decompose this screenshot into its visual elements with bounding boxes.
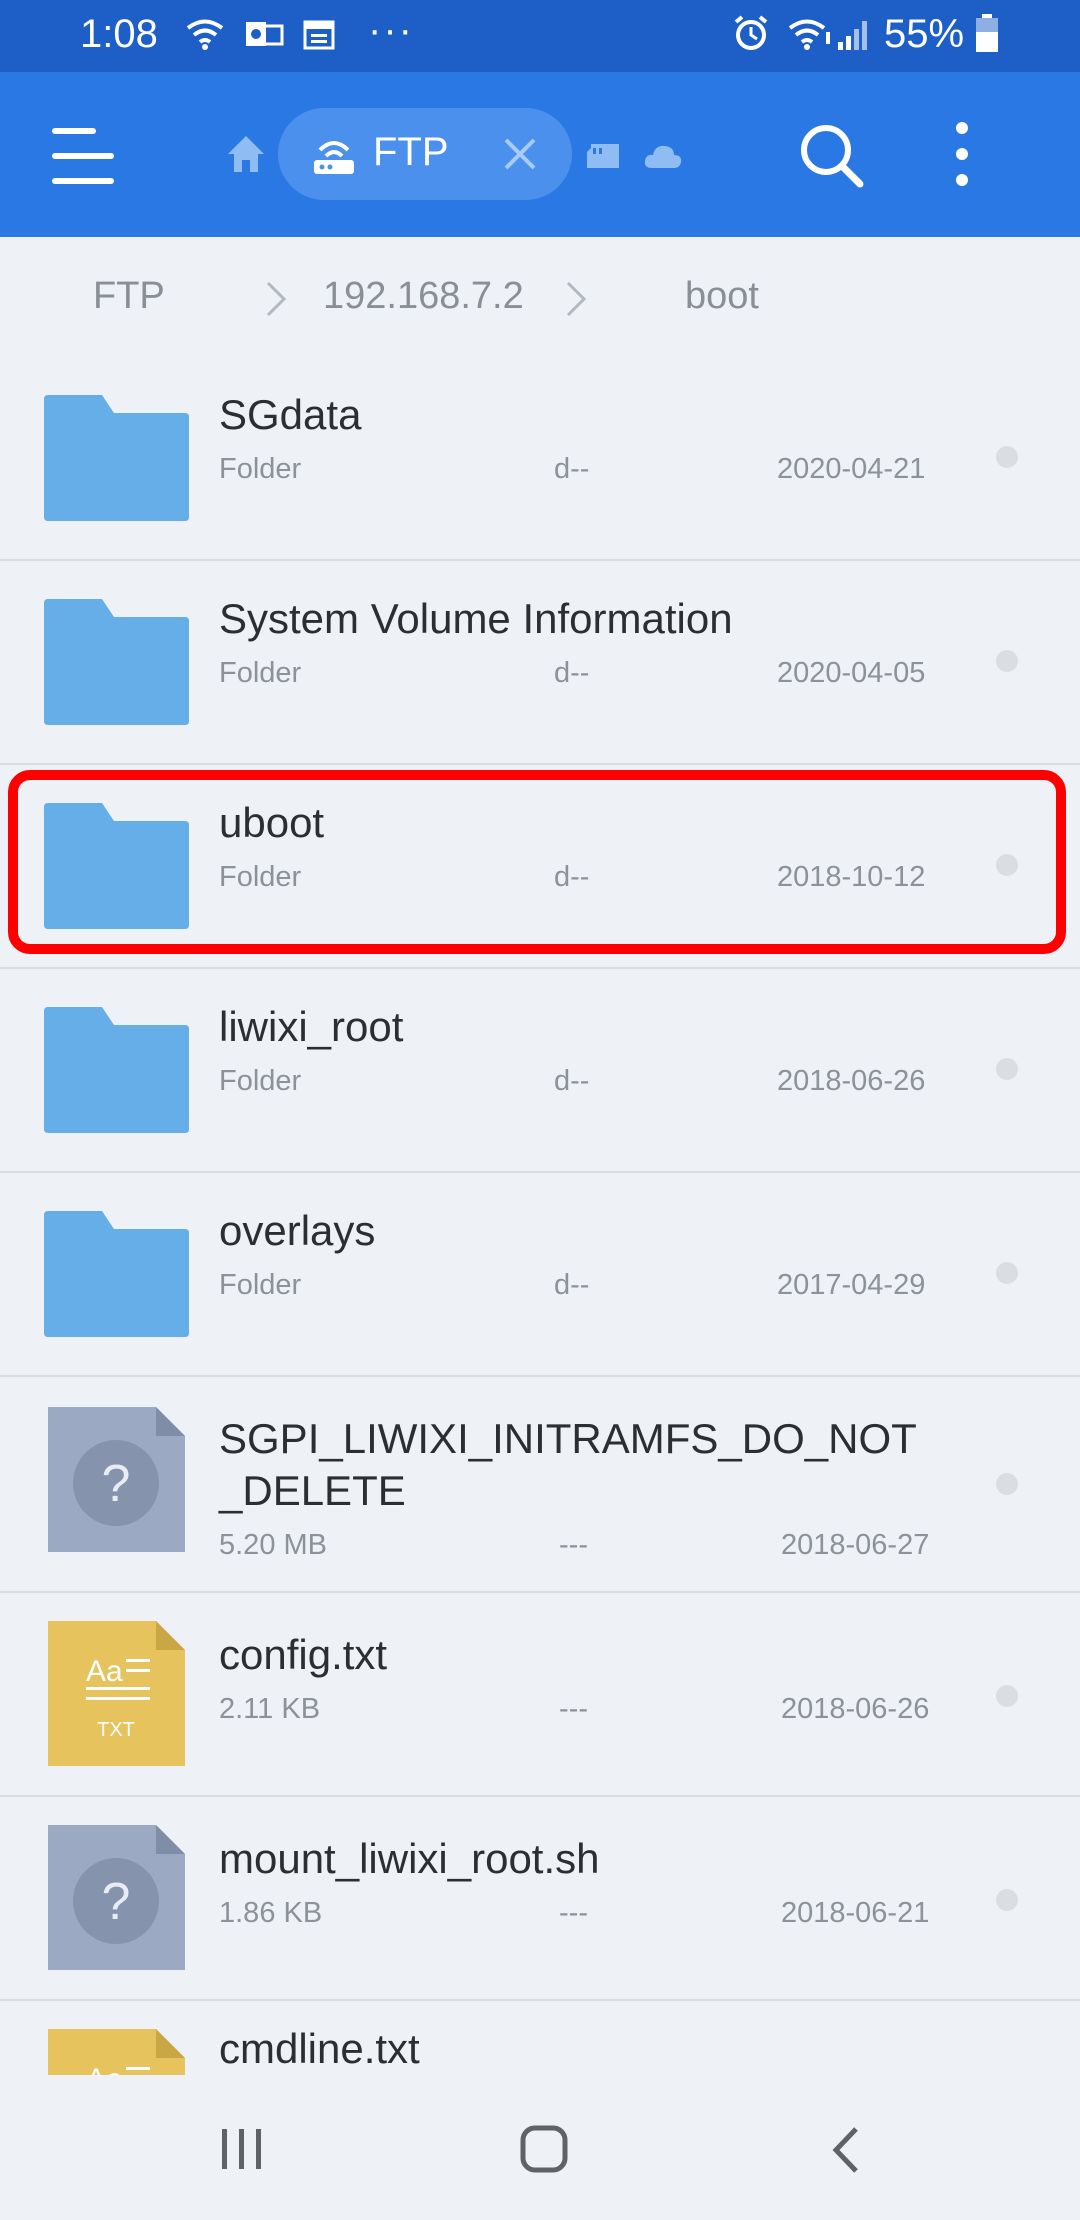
file-date: 2018-06-27	[781, 1529, 930, 1561]
folder-icon	[44, 599, 189, 725]
folder-icon	[44, 1211, 189, 1337]
file-date: 2020-04-05	[777, 657, 926, 689]
file-size: 5.20 MB	[219, 1529, 327, 1561]
folder-icon	[44, 1007, 189, 1133]
text-file-icon: Aa TXT	[48, 1621, 185, 1766]
screen: 1:08 ··· 55% FTP FTP 192.168.7.2 boot SG…	[0, 0, 1080, 2220]
tab-ftp-label: FTP	[373, 130, 449, 174]
file-permissions: d--	[554, 657, 590, 689]
file-date: 2017-04-29	[777, 1269, 926, 1301]
file-permissions: ---	[559, 1529, 588, 1561]
cell-signal-icon	[838, 21, 867, 50]
list-item[interactable]: ? SGPI_LIWIXI_INITRAMFS_DO_NOT_DELETE 5.…	[0, 1377, 1080, 1593]
file-name: SGPI_LIWIXI_INITRAMFS_DO_NOT_DELETE	[219, 1415, 917, 1514]
list-item[interactable]: Aa cmdline.txt	[0, 2001, 1080, 2075]
file-date: 2018-06-21	[781, 1897, 930, 1929]
search-icon[interactable]	[798, 122, 864, 188]
file-type: Folder	[219, 861, 302, 893]
file-name: SGdata	[219, 391, 362, 438]
file-date: 2020-04-21	[777, 453, 926, 485]
close-icon[interactable]	[500, 134, 540, 174]
tab-ftp[interactable]: FTP	[278, 108, 572, 200]
chevron-right-icon	[566, 281, 587, 317]
calendar-icon	[303, 20, 335, 50]
outlook-icon	[246, 22, 284, 46]
folder-icon	[44, 395, 189, 521]
select-dot[interactable]	[996, 854, 1018, 876]
breadcrumb-item-boot[interactable]: boot	[685, 275, 759, 318]
file-name: overlays	[219, 1207, 376, 1254]
file-list: SGdata Folder d-- 2020-04-21 System Volu…	[0, 357, 1080, 2075]
question-glyph: ?	[102, 1455, 131, 1513]
file-type: Folder	[219, 453, 302, 485]
text-file-glyph: Aa	[86, 1655, 123, 1688]
select-dot[interactable]	[996, 1685, 1018, 1707]
file-date: 2018-10-12	[777, 861, 926, 893]
select-dot[interactable]	[996, 1889, 1018, 1911]
file-type: Folder	[219, 1065, 302, 1097]
file-size: 1.86 KB	[219, 1897, 323, 1929]
list-item[interactable]: overlays Folder d-- 2017-04-29	[0, 1173, 1080, 1377]
status-bar: 1:08 ··· 55%	[0, 0, 1080, 72]
breadcrumb-item-ftp[interactable]: FTP	[93, 275, 165, 318]
file-permissions: d--	[554, 1065, 590, 1097]
menu-icon[interactable]	[52, 128, 114, 184]
list-item[interactable]: Aa TXT config.txt 2.11 KB --- 2018-06-26	[0, 1593, 1080, 1797]
list-item-uboot[interactable]: uboot Folder d-- 2018-10-12	[0, 765, 1080, 969]
file-type: Folder	[219, 657, 302, 689]
file-permissions: d--	[554, 861, 590, 893]
file-name: liwixi_root	[219, 1003, 404, 1050]
back-icon[interactable]	[830, 2125, 862, 2175]
select-dot[interactable]	[996, 1473, 1018, 1495]
file-permissions: ---	[559, 1693, 588, 1725]
list-item[interactable]: SGdata Folder d-- 2020-04-21	[0, 357, 1080, 561]
select-dot[interactable]	[996, 650, 1018, 672]
status-time: 1:08	[80, 12, 158, 56]
navigation-bar	[0, 2075, 1080, 2220]
file-permissions: ---	[559, 1897, 588, 1929]
cloud-icon[interactable]	[643, 142, 683, 170]
file-size: 2.11 KB	[219, 1693, 321, 1725]
text-file-icon: Aa	[48, 2029, 185, 2075]
app-bar: FTP	[0, 72, 1080, 237]
list-item[interactable]: ? mount_liwixi_root.sh 1.86 KB --- 2018-…	[0, 1797, 1080, 2001]
list-item[interactable]: liwixi_root Folder d-- 2018-06-26	[0, 969, 1080, 1173]
home-icon[interactable]	[226, 132, 266, 176]
list-item[interactable]: System Volume Information Folder d-- 202…	[0, 561, 1080, 765]
text-file-glyph: Aa	[86, 2063, 123, 2075]
file-type: Folder	[219, 1269, 302, 1301]
file-date: 2018-06-26	[777, 1065, 926, 1097]
file-name: mount_liwixi_root.sh	[219, 1835, 600, 1882]
recents-icon[interactable]	[220, 2127, 264, 2171]
more-notifications-icon: ···	[368, 8, 414, 52]
router-icon	[314, 141, 354, 174]
file-name: uboot	[219, 799, 325, 846]
battery-icon	[976, 14, 998, 52]
file-date: 2018-06-26	[781, 1693, 930, 1725]
select-dot[interactable]	[996, 446, 1018, 468]
file-permissions: d--	[554, 1269, 590, 1301]
folder-icon	[44, 803, 189, 929]
sd-card-icon[interactable]	[585, 140, 621, 170]
home-button-icon[interactable]	[520, 2125, 568, 2173]
battery-percent: 55%	[884, 12, 965, 56]
file-name: cmdline.txt	[219, 2025, 420, 2072]
breadcrumb-item-host[interactable]: 192.168.7.2	[323, 275, 524, 318]
select-dot[interactable]	[996, 1262, 1018, 1284]
txt-badge: TXT	[97, 1719, 135, 1741]
file-name: config.txt	[219, 1631, 388, 1678]
wifi-icon	[186, 19, 224, 50]
unknown-file-icon: ?	[48, 1825, 185, 1970]
question-glyph: ?	[102, 1873, 131, 1931]
unknown-file-icon: ?	[48, 1407, 185, 1552]
breadcrumb: FTP 192.168.7.2 boot	[0, 237, 1080, 357]
select-dot[interactable]	[996, 1058, 1018, 1080]
file-permissions: d--	[554, 453, 590, 485]
file-name: System Volume Information	[219, 595, 733, 642]
wifi-signal-icon	[788, 19, 830, 50]
chevron-right-icon	[266, 281, 287, 317]
alarm-icon	[734, 15, 768, 50]
more-vert-icon[interactable]	[952, 122, 972, 188]
